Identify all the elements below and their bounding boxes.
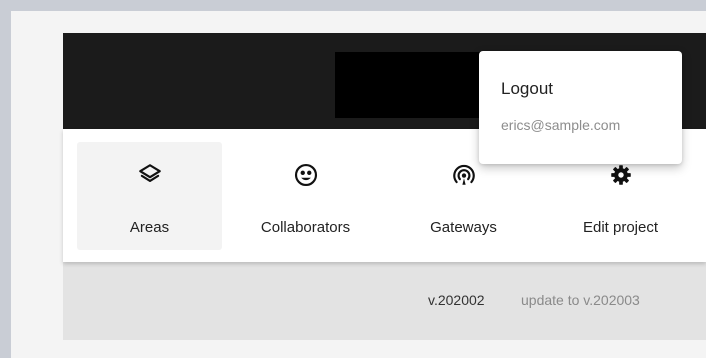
account-email: erics@sample.com xyxy=(501,117,621,133)
update-link[interactable]: update to v.202003 xyxy=(521,292,640,308)
account-menu: Logout erics@sample.com xyxy=(479,51,682,164)
face-icon xyxy=(294,163,317,187)
header-title-slot xyxy=(335,52,495,118)
nav-item-label: Collaborators xyxy=(260,219,351,236)
nav-item-label: Areas xyxy=(129,219,170,236)
nav-item-label: Edit project xyxy=(582,219,659,236)
version-bar: v.202002 update to v.202003 xyxy=(63,292,706,312)
layers-icon xyxy=(138,164,161,183)
nav-item-collaborators[interactable]: Collaborators xyxy=(233,142,378,250)
gear-icon xyxy=(610,165,631,185)
nav-item-label: Gateways xyxy=(430,219,497,236)
nav-item-areas[interactable]: Areas xyxy=(77,142,222,250)
gateway-icon xyxy=(452,164,475,185)
version-text: v.202002 xyxy=(428,292,485,308)
logout-menu-item[interactable]: Logout xyxy=(501,79,553,99)
